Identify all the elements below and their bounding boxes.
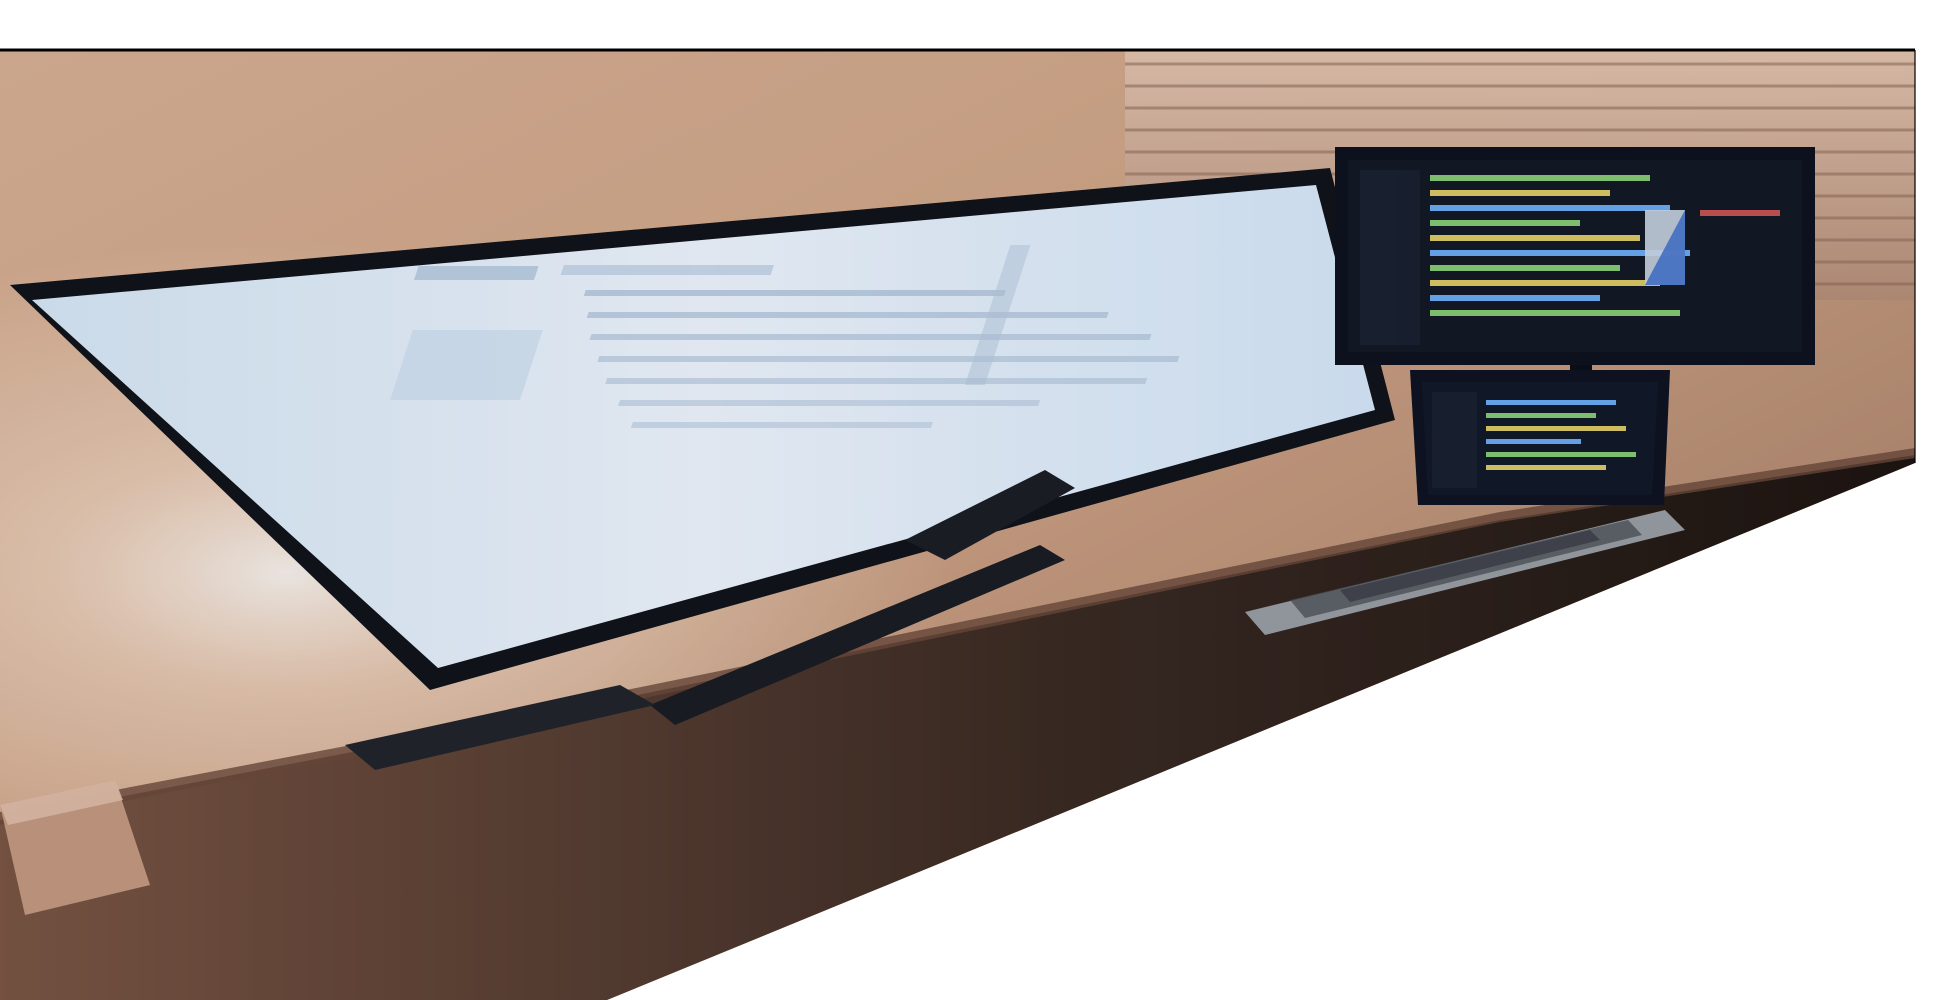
desk-setup-photo: [0, 0, 1938, 1000]
